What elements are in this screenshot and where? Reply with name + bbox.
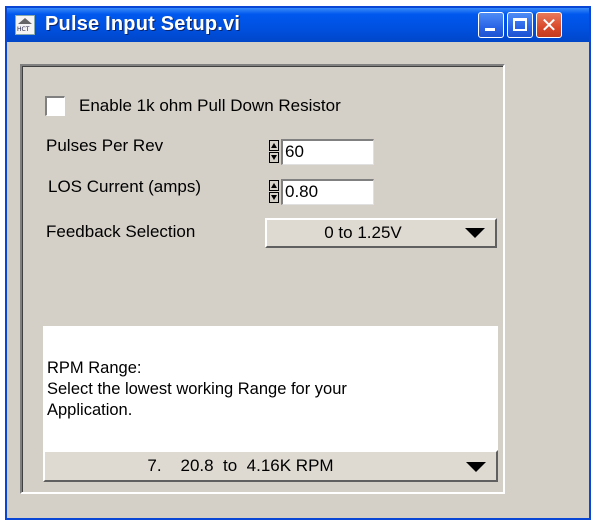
maximize-icon xyxy=(513,18,527,31)
rpm-range-help-line1: Select the lowest working Range for your xyxy=(47,380,347,398)
rpm-range-title: RPM Range: xyxy=(47,359,142,377)
increment-arrow-icon[interactable] xyxy=(269,140,279,151)
decrement-arrow-icon[interactable] xyxy=(269,152,279,163)
feedback-selection-value: 0 to 1.25V xyxy=(324,223,402,242)
maximize-button[interactable] xyxy=(507,12,533,38)
house-roof-glyph xyxy=(18,18,32,24)
pulldown-label: Enable 1k ohm Pull Down Resistor xyxy=(79,96,341,115)
title-bar[interactable]: HCT Pulse Input Setup.vi ✕ xyxy=(7,8,589,42)
rpm-range-dropdown[interactable]: 7. 20.8 to 4.16K RPM xyxy=(43,450,498,482)
dropdown-arrow-icon xyxy=(465,228,485,238)
app-icon-label: HCT xyxy=(17,26,30,33)
dropdown-arrow-icon xyxy=(466,462,486,472)
increment-arrow-icon[interactable] xyxy=(269,180,279,191)
app-icon[interactable]: HCT xyxy=(15,15,35,35)
minimize-icon xyxy=(485,28,495,31)
rpm-range-description: RPM Range: Select the lowest working Ran… xyxy=(43,326,498,450)
pulses-per-rev-input[interactable]: 60 xyxy=(281,139,374,165)
pulldown-checkbox[interactable] xyxy=(45,96,65,116)
los-current-stepper[interactable] xyxy=(269,180,280,204)
pulses-stepper[interactable] xyxy=(269,140,280,164)
los-current-input[interactable]: 0.80 xyxy=(281,179,374,205)
feedback-selection-label: Feedback Selection xyxy=(46,222,196,241)
decrement-arrow-icon[interactable] xyxy=(269,192,279,203)
feedback-selection-dropdown[interactable]: 0 to 1.25V xyxy=(265,218,497,248)
window-title: Pulse Input Setup.vi xyxy=(45,13,241,35)
close-icon: ✕ xyxy=(540,13,558,37)
minimize-button[interactable] xyxy=(478,12,504,38)
pulses-per-rev-label: Pulses Per Rev xyxy=(46,136,164,155)
los-current-label: LOS Current (amps) xyxy=(48,177,202,196)
rpm-range-value: 7. 20.8 to 4.16K RPM xyxy=(147,456,334,475)
close-button[interactable]: ✕ xyxy=(536,12,562,38)
rpm-range-help-line2: Application. xyxy=(47,401,133,419)
